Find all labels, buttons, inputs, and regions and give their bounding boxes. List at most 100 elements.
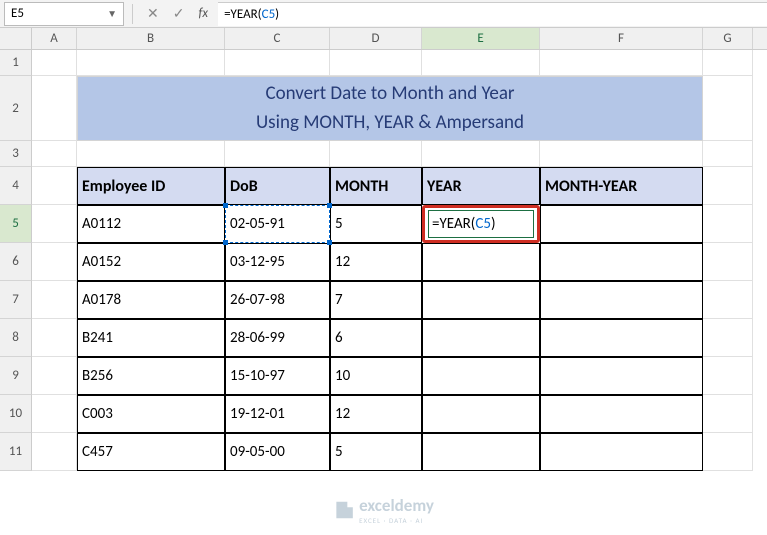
cell-F7[interactable]: [540, 281, 703, 319]
cell-A9[interactable]: [32, 357, 77, 395]
cell-G6[interactable]: [703, 243, 753, 281]
cell-A11[interactable]: [32, 433, 77, 471]
cell-E10[interactable]: [422, 395, 540, 433]
row-header-2[interactable]: 2: [0, 76, 32, 141]
cell-F1[interactable]: [540, 50, 703, 76]
cell-D11[interactable]: 5: [330, 433, 422, 471]
col-header-B[interactable]: B: [77, 28, 225, 49]
row-header-1[interactable]: 1: [0, 50, 32, 76]
name-box[interactable]: E5 ▼: [4, 2, 124, 26]
col-header-A[interactable]: A: [32, 28, 77, 49]
cell-G10[interactable]: [703, 395, 753, 433]
cell-E8[interactable]: [422, 319, 540, 357]
cell-C11[interactable]: 09-05-00: [225, 433, 330, 471]
cell-G4[interactable]: [703, 167, 753, 205]
cell-D10[interactable]: 12: [330, 395, 422, 433]
cell-C1[interactable]: [225, 50, 330, 76]
cell-D8[interactable]: 6: [330, 319, 422, 357]
row-header-3[interactable]: 3: [0, 141, 32, 167]
col-header-E[interactable]: E: [422, 28, 540, 49]
header-month[interactable]: MONTH: [330, 167, 422, 205]
cell-B8[interactable]: B241: [77, 319, 225, 357]
cell-A6[interactable]: [32, 243, 77, 281]
cell-G11[interactable]: [703, 433, 753, 471]
select-all-corner[interactable]: [0, 28, 32, 49]
cell-B10[interactable]: C003: [77, 395, 225, 433]
cell-C10[interactable]: 19-12-01: [225, 395, 330, 433]
cell-A10[interactable]: [32, 395, 77, 433]
cell-D6[interactable]: 12: [330, 243, 422, 281]
cell-C7[interactable]: 26-07-98: [225, 281, 330, 319]
cell-F10[interactable]: [540, 395, 703, 433]
cell-E3[interactable]: [422, 141, 540, 167]
row-header-11[interactable]: 11: [0, 433, 32, 471]
cell-B6[interactable]: A0152: [77, 243, 225, 281]
cell-F8[interactable]: [540, 319, 703, 357]
cell-B9[interactable]: B256: [77, 357, 225, 395]
row-header-4[interactable]: 4: [0, 167, 32, 205]
cell-G8[interactable]: [703, 319, 753, 357]
header-employee-id[interactable]: Employee ID: [77, 167, 225, 205]
cancel-icon[interactable]: ✕: [147, 5, 159, 22]
cell-C8[interactable]: 28-06-99: [225, 319, 330, 357]
row-header-9[interactable]: 9: [0, 357, 32, 395]
header-year[interactable]: YEAR: [422, 167, 540, 205]
cell-D5[interactable]: 5: [330, 205, 422, 243]
cell-F3[interactable]: [540, 141, 703, 167]
cell-B1[interactable]: [77, 50, 225, 76]
row-header-10[interactable]: 10: [0, 395, 32, 433]
cell-E6[interactable]: [422, 243, 540, 281]
cell-G9[interactable]: [703, 357, 753, 395]
cell-A1[interactable]: [32, 50, 77, 76]
cell-F11[interactable]: [540, 433, 703, 471]
cell-D7[interactable]: 7: [330, 281, 422, 319]
col-header-C[interactable]: C: [225, 28, 330, 49]
title-cell[interactable]: Convert Date to Month and Year Using MON…: [77, 76, 703, 141]
cell-C9[interactable]: 15-10-97: [225, 357, 330, 395]
cell-editor[interactable]: =YEAR(C5): [428, 210, 534, 238]
cell-G3[interactable]: [703, 141, 753, 167]
cell-F5[interactable]: [540, 205, 703, 243]
cell-A5[interactable]: [32, 205, 77, 243]
cell-A2[interactable]: [32, 76, 77, 141]
cell-D9[interactable]: 10: [330, 357, 422, 395]
row-header-7[interactable]: 7: [0, 281, 32, 319]
cell-E7[interactable]: [422, 281, 540, 319]
cell-F6[interactable]: [540, 243, 703, 281]
cell-E9[interactable]: [422, 357, 540, 395]
fx-icon[interactable]: fx: [198, 6, 208, 21]
excel-icon: [333, 499, 355, 521]
cell-B7[interactable]: A0178: [77, 281, 225, 319]
cell-G7[interactable]: [703, 281, 753, 319]
cell-E5[interactable]: =YEAR(C5): [422, 205, 540, 243]
row-header-6[interactable]: 6: [0, 243, 32, 281]
cell-D3[interactable]: [330, 141, 422, 167]
cell-F9[interactable]: [540, 357, 703, 395]
cell-A8[interactable]: [32, 319, 77, 357]
cell-C3[interactable]: [225, 141, 330, 167]
cell-C5[interactable]: 02-05-91: [225, 205, 330, 243]
col-header-D[interactable]: D: [330, 28, 422, 49]
cell-E1[interactable]: [422, 50, 540, 76]
col-header-F[interactable]: F: [540, 28, 703, 49]
cell-G2[interactable]: [703, 76, 753, 141]
cell-E11[interactable]: [422, 433, 540, 471]
header-dob[interactable]: DoB: [225, 167, 330, 205]
row-header-5[interactable]: 5: [0, 205, 32, 243]
cell-B11[interactable]: C457: [77, 433, 225, 471]
cell-A4[interactable]: [32, 167, 77, 205]
cell-C6[interactable]: 03-12-95: [225, 243, 330, 281]
cell-G1[interactable]: [703, 50, 753, 76]
name-box-dropdown-icon[interactable]: ▼: [107, 7, 117, 20]
row-header-8[interactable]: 8: [0, 319, 32, 357]
cell-A3[interactable]: [32, 141, 77, 167]
cell-A7[interactable]: [32, 281, 77, 319]
cell-G5[interactable]: [703, 205, 753, 243]
cell-B3[interactable]: [77, 141, 225, 167]
cell-D1[interactable]: [330, 50, 422, 76]
col-header-G[interactable]: G: [703, 28, 753, 49]
formula-input[interactable]: =YEAR(C5): [218, 2, 767, 26]
header-month-year[interactable]: MONTH-YEAR: [540, 167, 703, 205]
cell-B5[interactable]: A0112: [77, 205, 225, 243]
enter-icon[interactable]: ✓: [173, 5, 185, 22]
